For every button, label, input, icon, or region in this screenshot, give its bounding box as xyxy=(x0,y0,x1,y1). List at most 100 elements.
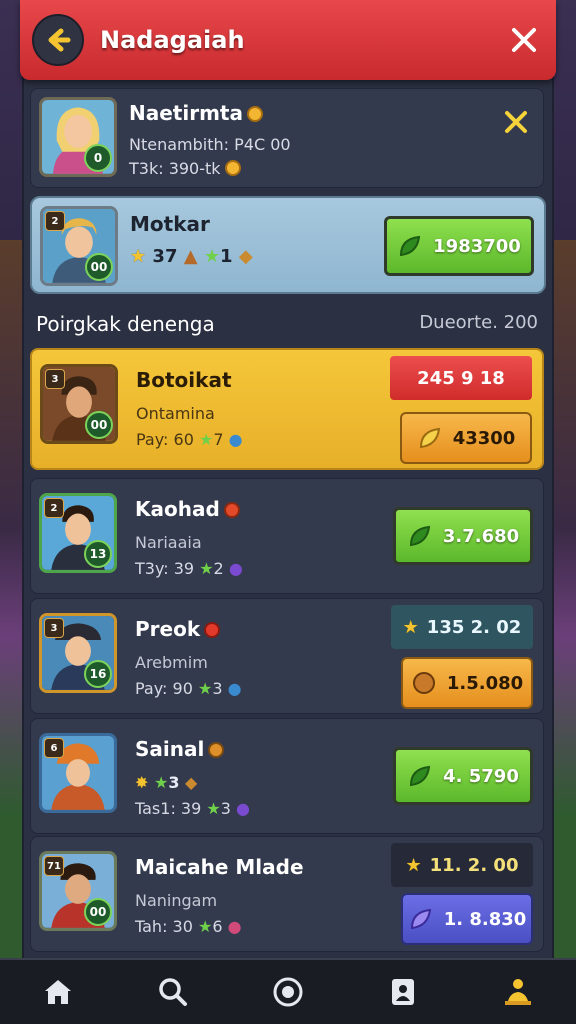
avatar: 3 16 xyxy=(39,613,117,693)
avatar: 6 xyxy=(39,733,117,813)
reward-button[interactable]: 43300 xyxy=(400,412,532,464)
player-name: Kaohad xyxy=(135,497,240,521)
rank-badge: 2 xyxy=(45,211,65,231)
level-badge: 00 xyxy=(85,411,113,439)
player-stats: ★ 37 ▲ ★1 ◆ xyxy=(130,246,253,267)
chest-icon: ◆ xyxy=(238,246,253,267)
star-green-icon: ★ xyxy=(206,799,221,818)
search-icon xyxy=(159,978,187,1006)
box-icon xyxy=(412,672,435,694)
score-tag: ★ 11. 2. 00 xyxy=(391,843,533,887)
section-meta: Dueorte. 200 xyxy=(419,312,538,333)
leaf-icon xyxy=(409,525,430,547)
player-stat: Tah: 30 ★6 ● xyxy=(135,917,242,936)
avatar: 2 13 xyxy=(39,493,117,573)
player-name: Preok xyxy=(135,617,221,641)
top-header: Nadagaiah xyxy=(20,0,556,80)
bottom-navigation xyxy=(0,958,576,1024)
level-badge: 00 xyxy=(85,253,113,281)
medal-icon xyxy=(223,502,240,518)
star-icon: ✸ xyxy=(135,773,149,792)
score-tag: ★ 135 2. 02 xyxy=(391,605,533,649)
leaderboard-row[interactable]: 71 00 Maicahe Mlade Naningam Tah: 30 ★6 … xyxy=(30,836,544,952)
profile-card-icon xyxy=(392,979,415,1005)
record-icon xyxy=(273,977,303,1007)
score-tag: 245 9 18 xyxy=(390,356,532,400)
level-badge: 0 xyxy=(84,144,112,172)
profile-card[interactable]: 0 Naetirmta Ntenambith: P4C 00 T3k: 390-… xyxy=(30,88,544,188)
player-subtitle: Naningam xyxy=(135,891,218,910)
player-stat: T3y: 39 ★2 ● xyxy=(135,559,243,578)
leaf-icon xyxy=(410,908,431,930)
avatar: 2 00 xyxy=(40,206,118,286)
potion-icon: ● xyxy=(227,917,242,936)
current-player-card[interactable]: 2 00 Motkar ★ 37 ▲ ★1 ◆ 1983700 xyxy=(30,196,546,294)
coin-icon xyxy=(224,160,241,176)
player-stat: Pay: 90 ★3 ● xyxy=(135,679,242,698)
leaderboard-row[interactable]: 3 16 Preok Arebmim Pay: 90 ★3 ● ★ 135 2.… xyxy=(30,598,544,714)
player-stat: Tas1: 39 ★3 ● xyxy=(135,799,250,818)
nav-play[interactable] xyxy=(264,968,312,1016)
trophy-icon xyxy=(505,979,532,1005)
close-icon[interactable] xyxy=(506,22,542,58)
chest-icon: ◆ xyxy=(185,773,198,792)
reward-button[interactable]: 3.7.680 xyxy=(393,507,533,565)
star-icon: ★ xyxy=(402,616,419,638)
home-icon xyxy=(44,980,71,1004)
player-subtitle: Arebmim xyxy=(135,653,208,672)
leaf-icon xyxy=(410,765,431,787)
potion-icon: ● xyxy=(228,559,243,578)
rank-badge: 2 xyxy=(44,498,64,518)
rank-badge: 6 xyxy=(44,738,64,758)
star-green-icon: ★ xyxy=(203,246,221,267)
player-name: Botoikat xyxy=(136,368,232,392)
back-button[interactable] xyxy=(32,14,84,66)
avatar: 3 00 xyxy=(40,364,118,444)
leaf-icon xyxy=(400,235,421,257)
nav-search[interactable] xyxy=(149,968,197,1016)
player-subtitle: Nariaaia xyxy=(135,533,202,552)
reward-button[interactable]: 4. 5790 xyxy=(393,747,533,805)
nav-home[interactable] xyxy=(34,968,82,1016)
star-green-icon: ★ xyxy=(199,559,214,578)
leaderboard-row[interactable]: 6 Sainal ✸ ★3 ◆ Tas1: 39 ★3 ● 4. 5790 xyxy=(30,718,544,834)
chevron-rank-icon: ▲ xyxy=(183,246,198,267)
leaderboard-row[interactable]: 3 00 Botoikat Ontamina Pay: 60 ★7 ● 245 … xyxy=(30,348,544,470)
avatar: 0 xyxy=(39,97,117,177)
star-green-icon: ★ xyxy=(198,430,214,449)
rank-badge: 3 xyxy=(45,369,65,389)
star-green-icon: ★ xyxy=(198,917,213,936)
nav-leaderboard[interactable] xyxy=(494,968,542,1016)
star-icon: ★ xyxy=(405,854,422,876)
level-badge: 00 xyxy=(84,898,112,926)
nav-profile[interactable] xyxy=(379,968,427,1016)
close-icon[interactable] xyxy=(501,107,531,137)
player-subtitle: ✸ ★3 ◆ xyxy=(135,773,198,792)
reward-button[interactable]: 1.5.080 xyxy=(401,657,533,709)
section-title: Poirgkak denenga xyxy=(36,312,215,336)
reward-button[interactable]: 1. 8.830 xyxy=(401,893,533,945)
profile-name: Naetirmta xyxy=(129,101,263,125)
gem-value-button[interactable]: 1983700 xyxy=(384,216,534,276)
medal-icon xyxy=(208,742,225,758)
player-name: Motkar xyxy=(130,212,210,236)
player-name: Maicahe Mlade xyxy=(135,855,304,879)
avatar: 71 00 xyxy=(39,851,117,931)
star-icon: ★ xyxy=(130,246,147,267)
profile-line-1: Ntenambith: P4C 00 xyxy=(129,135,291,154)
leaderboard-row[interactable]: 2 13 Kaohad Nariaaia T3y: 39 ★2 ● 3.7.68… xyxy=(30,478,544,594)
player-stat: Pay: 60 ★7 ● xyxy=(136,430,243,449)
star-green-icon: ★ xyxy=(153,773,169,792)
leaf-icon xyxy=(419,427,440,449)
rank-badge: 71 xyxy=(44,856,64,876)
player-subtitle: Ontamina xyxy=(136,404,215,423)
rank-badge: 3 xyxy=(44,618,64,638)
medal-icon xyxy=(204,622,221,638)
level-badge: 13 xyxy=(84,540,112,568)
coin-icon xyxy=(246,106,263,122)
player-name: Sainal xyxy=(135,737,225,761)
star-green-icon: ★ xyxy=(197,679,213,698)
level-badge: 16 xyxy=(84,660,112,688)
potion-icon: ● xyxy=(236,799,250,818)
arrow-left-icon xyxy=(48,28,71,52)
